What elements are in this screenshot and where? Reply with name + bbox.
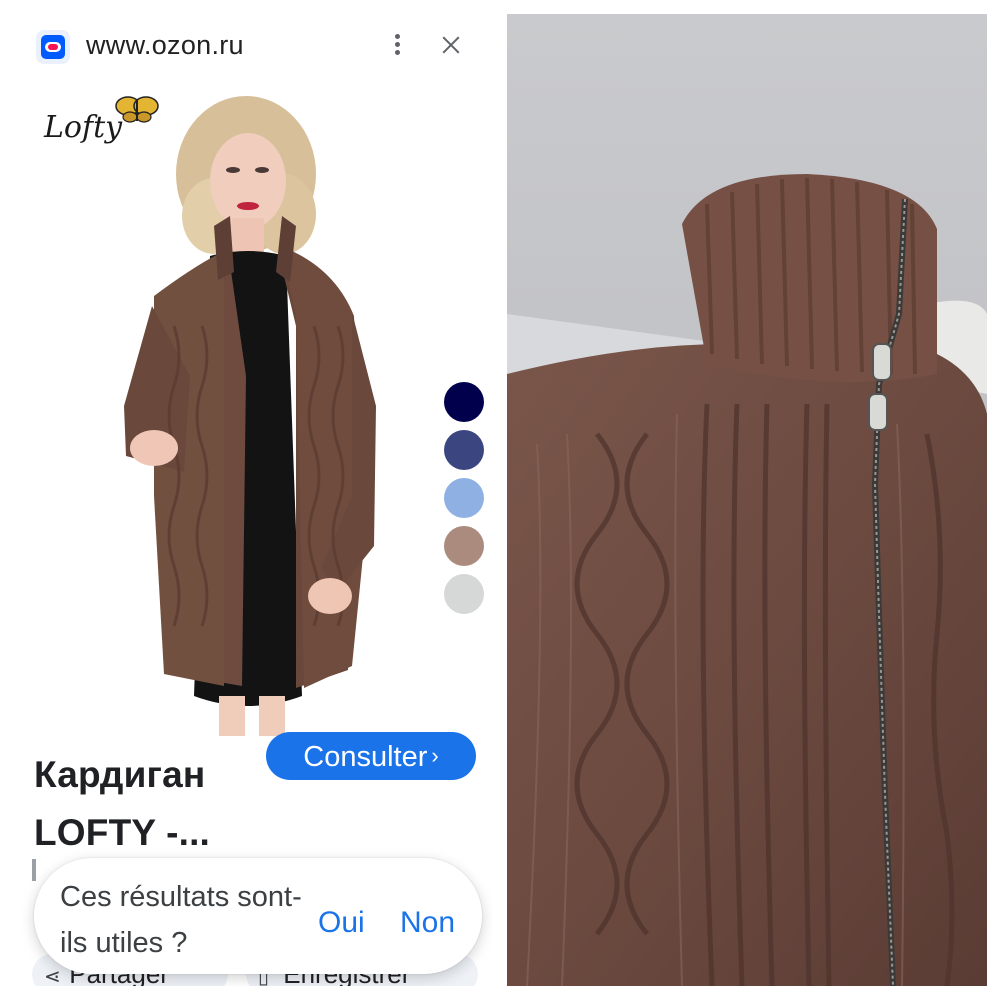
url-text[interactable]: www.ozon.ru (86, 30, 244, 61)
color-swatch-light-blue[interactable] (444, 478, 484, 518)
product-image[interactable] (34, 76, 454, 736)
feedback-yes-button[interactable]: Oui (318, 906, 365, 940)
color-swatch-brown[interactable] (444, 526, 484, 566)
color-swatch-grey[interactable] (444, 574, 484, 614)
feedback-no-button[interactable]: Non (400, 906, 455, 940)
more-vert-icon[interactable] (392, 34, 402, 60)
color-swatch-indigo[interactable] (444, 430, 484, 470)
feedback-prompt: Ces résultats sont-ils utiles ? Oui Non (34, 858, 482, 974)
chevron-right-icon: › (431, 743, 439, 768)
truncated-text-fragment (32, 859, 36, 881)
search-result-card: www.ozon.ru Lofty Кардиган LOFTY -... Co… (14, 14, 492, 986)
cardigan-closeup-photo (507, 14, 987, 986)
ozon-favicon-icon (36, 30, 70, 64)
consult-button-label: Consulter (303, 741, 428, 773)
consult-button[interactable]: Consulter › (266, 732, 476, 780)
butterfly-icon (115, 96, 159, 123)
close-icon[interactable] (440, 34, 462, 56)
url-bar: www.ozon.ru (14, 14, 492, 76)
brand-logo: Lofty (44, 110, 123, 145)
feedback-question: Ces résultats sont-ils utiles ? (60, 881, 302, 959)
product-title[interactable]: Кардиган LOFTY -... (34, 746, 274, 862)
color-swatch-navy[interactable] (444, 382, 484, 422)
